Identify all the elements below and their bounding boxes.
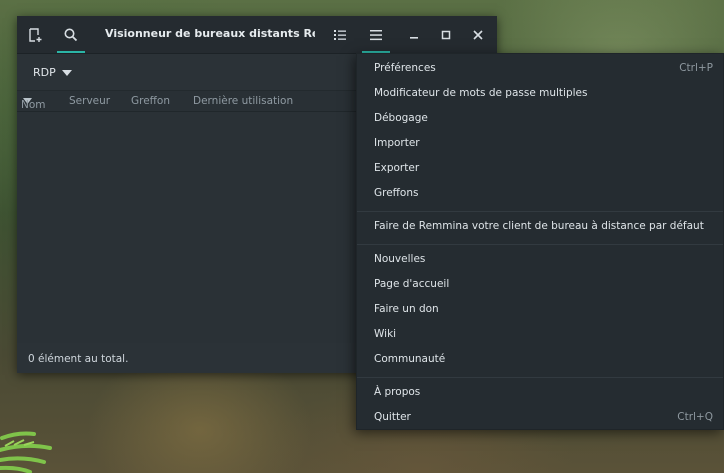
menu-item-label: Communauté <box>374 353 446 365</box>
column-plugin[interactable]: Greffon <box>131 95 170 107</box>
maximize-icon <box>441 30 451 40</box>
menu-item[interactable]: Débogage <box>374 108 723 128</box>
chevron-down-icon <box>61 69 72 76</box>
minimize-button[interactable] <box>400 22 428 48</box>
menu-item[interactable]: Préférences Ctrl+P <box>374 58 723 78</box>
menu-item[interactable]: Page d'accueil <box>374 274 723 294</box>
menu-item-shortcut: Ctrl+Q <box>677 411 713 423</box>
column-last-used[interactable]: Dernière utilisation <box>193 95 293 107</box>
view-toggle-button[interactable] <box>326 22 354 48</box>
menu-item-label: Quitter <box>374 411 411 423</box>
hamburger-menu-icon <box>370 30 382 41</box>
menu-item[interactable]: Wiki <box>374 324 723 344</box>
list-view-icon <box>334 30 346 40</box>
menu-item[interactable]: Communauté <box>374 349 723 369</box>
menu-separator <box>357 244 723 245</box>
menu-item[interactable]: Faire un don <box>374 299 723 319</box>
status-bar-text: 0 élément au total. <box>28 353 129 365</box>
fern-leaves-decoration <box>0 431 52 473</box>
menu-item[interactable]: À propos <box>374 382 723 402</box>
menu-item[interactable]: Greffons <box>374 183 723 203</box>
menu-item-label: Greffons <box>374 187 419 199</box>
column-name[interactable]: Nom <box>21 95 46 111</box>
menu-separator <box>357 211 723 212</box>
protocol-label: RDP <box>33 66 56 79</box>
new-connection-icon <box>29 28 42 42</box>
menu-item-label: Page d'accueil <box>374 278 450 290</box>
column-server[interactable]: Serveur <box>69 95 110 107</box>
menu-item-label: Faire un don <box>374 303 439 315</box>
menu-item[interactable]: Importer <box>374 133 723 153</box>
maximize-button[interactable] <box>432 22 460 48</box>
main-popover-menu: Préférences Ctrl+P Modificateur de mots de… <box>356 53 724 430</box>
minimize-icon <box>410 37 418 39</box>
menu-item-label: Faire de Remmina votre client de bureau … <box>374 220 704 232</box>
menu-item-label: Wiki <box>374 328 397 340</box>
menu-item-label: Débogage <box>374 112 428 124</box>
new-connection-button[interactable] <box>21 22 49 48</box>
menu-separator <box>357 377 723 378</box>
protocol-dropdown[interactable]: RDP <box>33 66 72 79</box>
header-bar: Visionneur de bureaux distants Remm... <box>17 16 497 54</box>
menu-item-label: À propos <box>374 386 421 398</box>
menu-item-label: Nouvelles <box>374 253 426 265</box>
search-icon <box>64 28 78 42</box>
search-button[interactable] <box>57 22 85 53</box>
menu-item[interactable]: Exporter <box>374 158 723 178</box>
menu-item-label: Exporter <box>374 162 420 174</box>
close-icon <box>473 30 483 40</box>
window-title: Visionneur de bureaux distants Remm... <box>105 27 315 40</box>
menu-item[interactable]: Faire de Remmina votre client de bureau … <box>374 216 723 236</box>
menu-item[interactable]: Modificateur de mots de passe multiples <box>374 83 723 103</box>
menu-item-shortcut: Ctrl+P <box>679 62 713 74</box>
menu-item[interactable]: Nouvelles <box>374 249 723 269</box>
menu-item-label: Modificateur de mots de passe multiples <box>374 87 588 99</box>
menu-item-label: Importer <box>374 137 420 149</box>
menu-item-label: Préférences <box>374 62 436 74</box>
main-menu-button[interactable] <box>362 22 390 53</box>
close-button[interactable] <box>464 22 492 48</box>
menu-item[interactable]: Quitter Ctrl+Q <box>374 407 723 427</box>
